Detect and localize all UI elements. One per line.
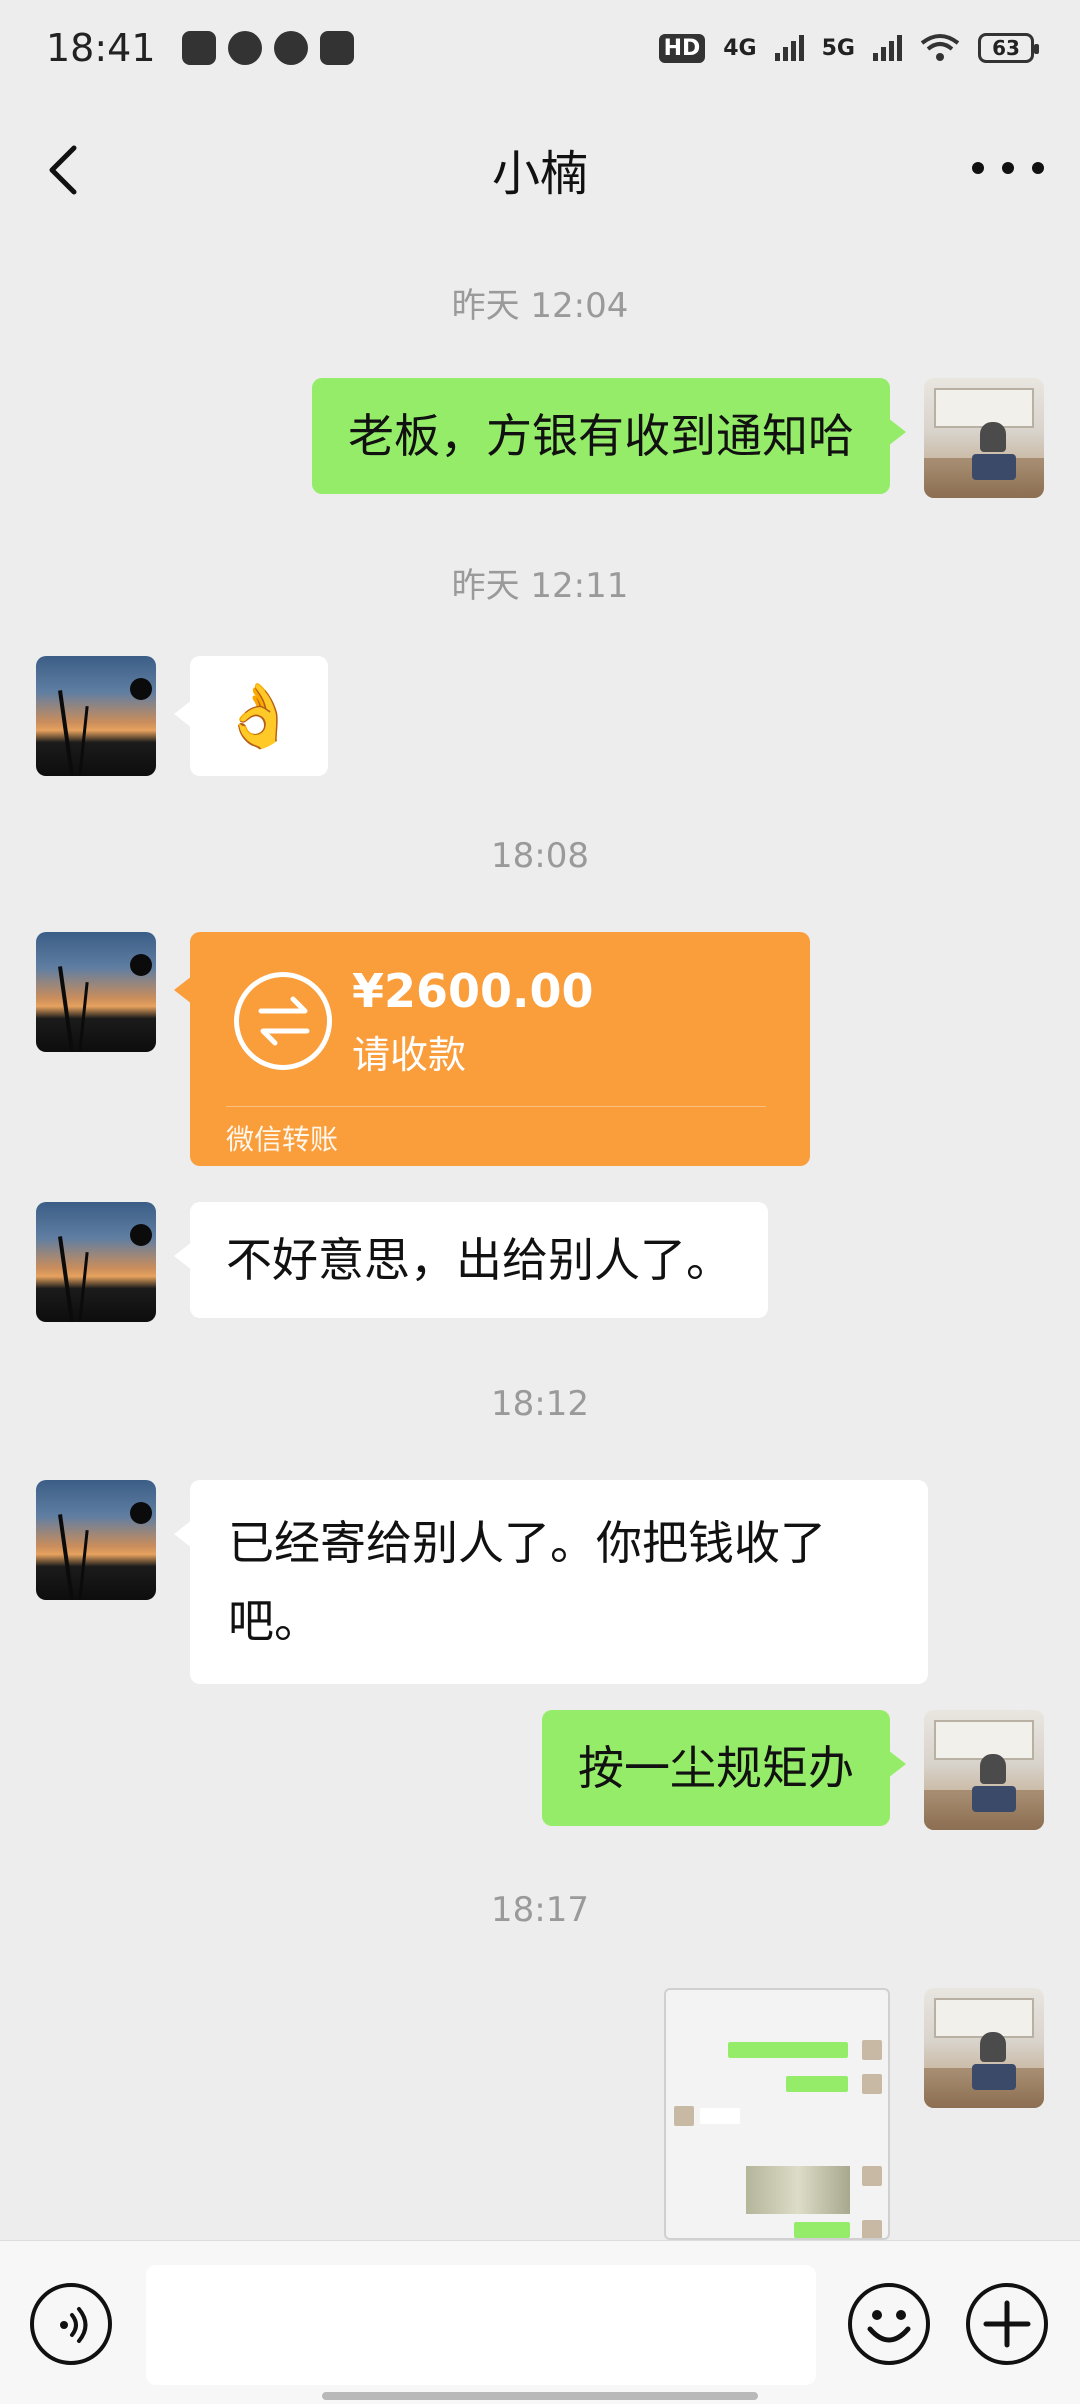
hd-badge: HD [658,33,706,63]
network-4g-label: 4G [723,35,757,61]
input-bar [0,2240,1080,2404]
app-icon [319,31,354,65]
timestamp: 昨天 12:11 [451,566,629,606]
message-bubble-other[interactable]: 已经寄给别人了。你把钱收了吧。 [174,1480,928,1684]
avatar-other[interactable] [36,932,156,1052]
transfer-note: 请收款 [352,1033,467,1077]
status-indicators: HD 4G 5G 63 [658,33,1039,63]
timestamp: 18:17 [491,1890,589,1930]
transfer-footer: 微信转账 [226,1123,339,1156]
message-icon [273,31,308,65]
avatar-self[interactable] [924,1710,1044,1830]
network-5g-label: 5G [821,35,855,61]
back-button[interactable] [36,140,96,200]
plus-icon [983,2300,1031,2348]
voice-button[interactable] [30,2283,112,2365]
divider [226,1106,766,1107]
image-message[interactable] [664,1988,890,2240]
message-input[interactable] [146,2265,816,2385]
wifi-icon [920,34,960,61]
timestamp: 昨天 12:04 [451,286,629,326]
message-bubble-self[interactable]: 按一尘规矩办 [542,1710,906,1826]
status-time: 18:41 [46,26,156,70]
chat-header: 小楠 [0,96,1080,242]
avatar-other[interactable] [36,1202,156,1322]
message-bubble-other[interactable]: 不好意思，出给别人了。 [174,1202,768,1318]
signal-icon [774,35,804,61]
transfer-icon [234,972,332,1070]
avatar-self[interactable] [924,1988,1044,2108]
message-bubble-self[interactable]: 老板，方银有收到通知哈 [312,378,906,494]
avatar-other[interactable] [36,656,156,776]
more-dots-icon [972,162,984,174]
plus-button[interactable] [966,2283,1048,2365]
transfer-card[interactable]: ¥2600.00 请收款 微信转账 [174,932,810,1166]
avatar-other[interactable] [36,1480,156,1600]
emoji-message[interactable]: 👌 [174,656,328,776]
status-bar: 18:41 HD 4G 5G 63 [0,0,1080,96]
music-icon [181,31,216,65]
emoji-button[interactable] [848,2283,930,2365]
emoji-icon [867,2310,911,2343]
voice-icon [60,2307,88,2343]
cast-icon [227,31,262,65]
more-button[interactable] [972,148,1044,188]
battery-icon: 63 [978,33,1039,63]
notification-icons [181,31,354,65]
chat-title: 小楠 [491,146,588,202]
timestamp: 18:08 [491,836,589,876]
avatar-self[interactable] [924,378,1044,498]
signal-icon [873,35,902,61]
chevron-left-icon [49,145,77,195]
transfer-amount: ¥2600.00 [352,964,594,1018]
home-indicator[interactable] [322,2392,758,2400]
timestamp: 18:12 [491,1384,589,1424]
